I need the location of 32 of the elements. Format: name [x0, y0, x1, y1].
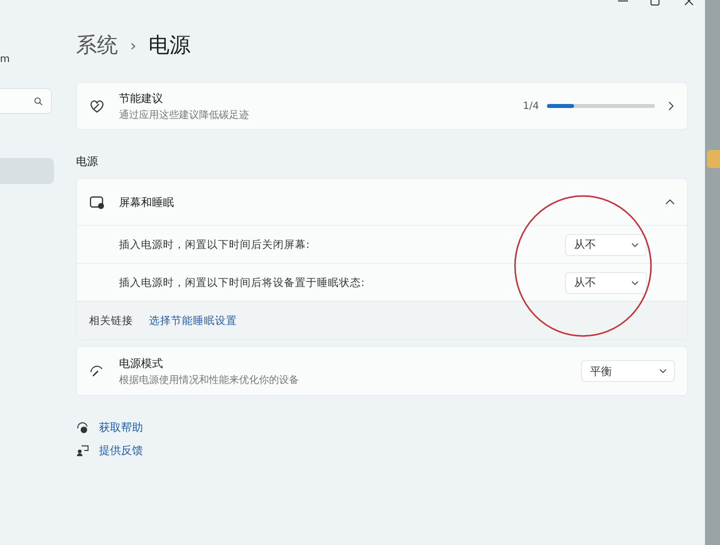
breadcrumb-parent[interactable]: 系统: [76, 31, 118, 59]
card-title: 节能建议: [119, 90, 164, 106]
monitor-moon-icon: [89, 194, 105, 210]
expander-header[interactable]: 屏幕和睡眠: [77, 179, 687, 225]
card-subtitle: 根据电源使用情况和性能来优化你的设备: [119, 374, 300, 386]
card-title: 屏幕和睡眠: [119, 194, 175, 210]
chevron-up-icon: [665, 198, 675, 206]
footer-link[interactable]: 提供反馈: [99, 443, 143, 458]
chevron-down-icon: [658, 366, 668, 376]
chevron-right-icon: [667, 101, 675, 111]
dropdown[interactable]: 平衡: [581, 360, 675, 382]
related-label: 相关链接: [89, 314, 133, 328]
search-field[interactable]: [0, 88, 52, 114]
feedback-icon: [76, 444, 89, 457]
leaf-heart-icon: [89, 98, 105, 114]
setting-label: 插入电源时，闲置以下时间后将设备置于睡眠状态:: [119, 276, 366, 290]
help-icon: [76, 421, 89, 434]
progress-count: 1/4: [522, 100, 539, 112]
breadcrumb-separator: ›: [130, 36, 136, 54]
related-link[interactable]: 选择节能睡眠设置: [149, 314, 237, 328]
dropdown[interactable]: 从不: [565, 234, 647, 256]
card-title: 电源模式: [119, 356, 164, 370]
section-heading: 电源: [76, 154, 99, 170]
setting-label: 插入电源时，闲置以下时间后关闭屏幕:: [119, 238, 311, 252]
recommendations-card[interactable]: 节能建议 通过应用这些建议降低碳足迹 1/4: [76, 82, 688, 130]
card-subtitle: 通过应用这些建议降低碳足迹: [119, 108, 250, 122]
dropdown[interactable]: 从不: [565, 272, 647, 294]
gauge-icon: [89, 363, 105, 379]
account-text: m: [0, 54, 11, 67]
footer-link[interactable]: 获取帮助: [99, 420, 143, 435]
page-title: 电源: [148, 32, 190, 59]
search-icon: [34, 96, 43, 106]
